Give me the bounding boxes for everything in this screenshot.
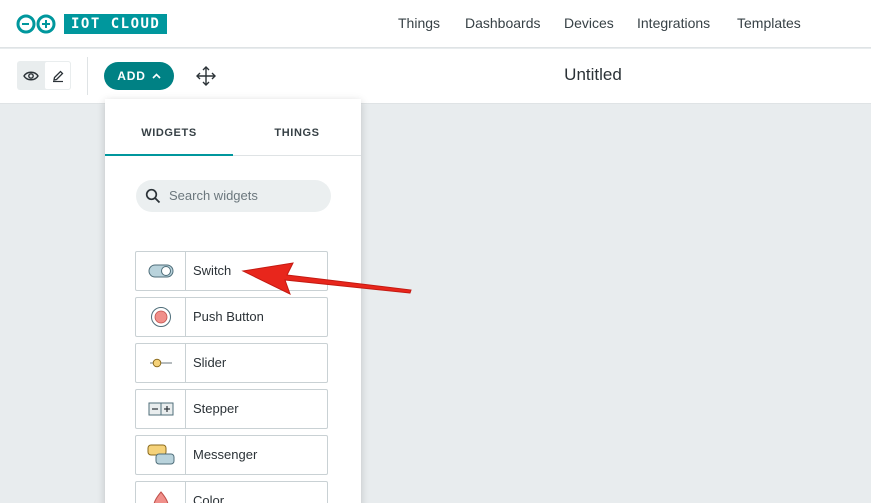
slider-icon — [149, 358, 172, 368]
widget-label: Color — [193, 493, 225, 503]
eye-icon — [22, 71, 39, 80]
iot-cloud-logo[interactable]: IOT CLOUD — [15, 14, 168, 34]
nav-things[interactable]: Things — [398, 15, 440, 31]
switch-icon — [148, 264, 173, 278]
widget-label: Slider — [193, 355, 227, 370]
add-button[interactable]: ADD — [104, 62, 174, 90]
tab-widgets[interactable]: WIDGETS — [105, 99, 233, 156]
dashboard-title[interactable]: Untitled — [493, 65, 693, 85]
widget-icon-box — [136, 482, 186, 503]
search-icon — [145, 188, 161, 204]
panel-tabs: WIDGETS THINGS — [105, 99, 361, 156]
view-mode-button[interactable] — [17, 61, 44, 90]
arduino-infinity-icon — [16, 14, 56, 34]
toolbar-divider — [87, 57, 88, 95]
tab-things[interactable]: THINGS — [233, 99, 361, 156]
dashboard-toolbar: ADD Untitled — [0, 49, 871, 104]
stepper-icon — [148, 402, 173, 416]
edit-mode-button[interactable] — [44, 61, 71, 90]
add-button-label: ADD — [117, 69, 146, 83]
widget-item-stepper[interactable]: Stepper — [135, 389, 328, 429]
widget-icon-box — [136, 344, 186, 382]
chevron-up-icon — [152, 73, 161, 79]
widget-label: Switch — [193, 263, 232, 278]
widget-label: Push Button — [193, 309, 264, 324]
widget-icon-box — [136, 252, 186, 290]
widget-item-slider[interactable]: Slider — [135, 343, 328, 383]
color-icon — [153, 491, 168, 503]
nav-dashboards[interactable]: Dashboards — [465, 15, 541, 31]
widget-item-color[interactable]: Color — [135, 481, 328, 503]
view-edit-toggle — [17, 61, 71, 90]
widget-item-messenger[interactable]: Messenger — [135, 435, 328, 475]
logo-text: IOT CLOUD — [64, 14, 168, 34]
messenger-icon — [147, 444, 174, 465]
widget-icon-box — [136, 298, 186, 336]
widget-icon-box — [136, 390, 186, 428]
push-button-icon — [150, 307, 171, 327]
nav-integrations[interactable]: Integrations — [637, 15, 710, 31]
top-navigation: IOT CLOUD Things Dashboards Devices Inte… — [0, 0, 871, 48]
pencil-icon — [52, 70, 63, 82]
nav-devices[interactable]: Devices — [564, 15, 614, 31]
search-widgets-input[interactable]: Search widgets — [169, 188, 258, 203]
widget-icon-box — [136, 436, 186, 474]
widget-label: Stepper — [193, 401, 239, 416]
move-arrows-icon[interactable] — [195, 65, 217, 87]
search-widgets-field[interactable]: Search widgets — [136, 180, 331, 212]
annotation-arrow-icon — [241, 262, 412, 295]
widget-label: Messenger — [193, 447, 258, 462]
nav-templates[interactable]: Templates — [737, 15, 801, 31]
